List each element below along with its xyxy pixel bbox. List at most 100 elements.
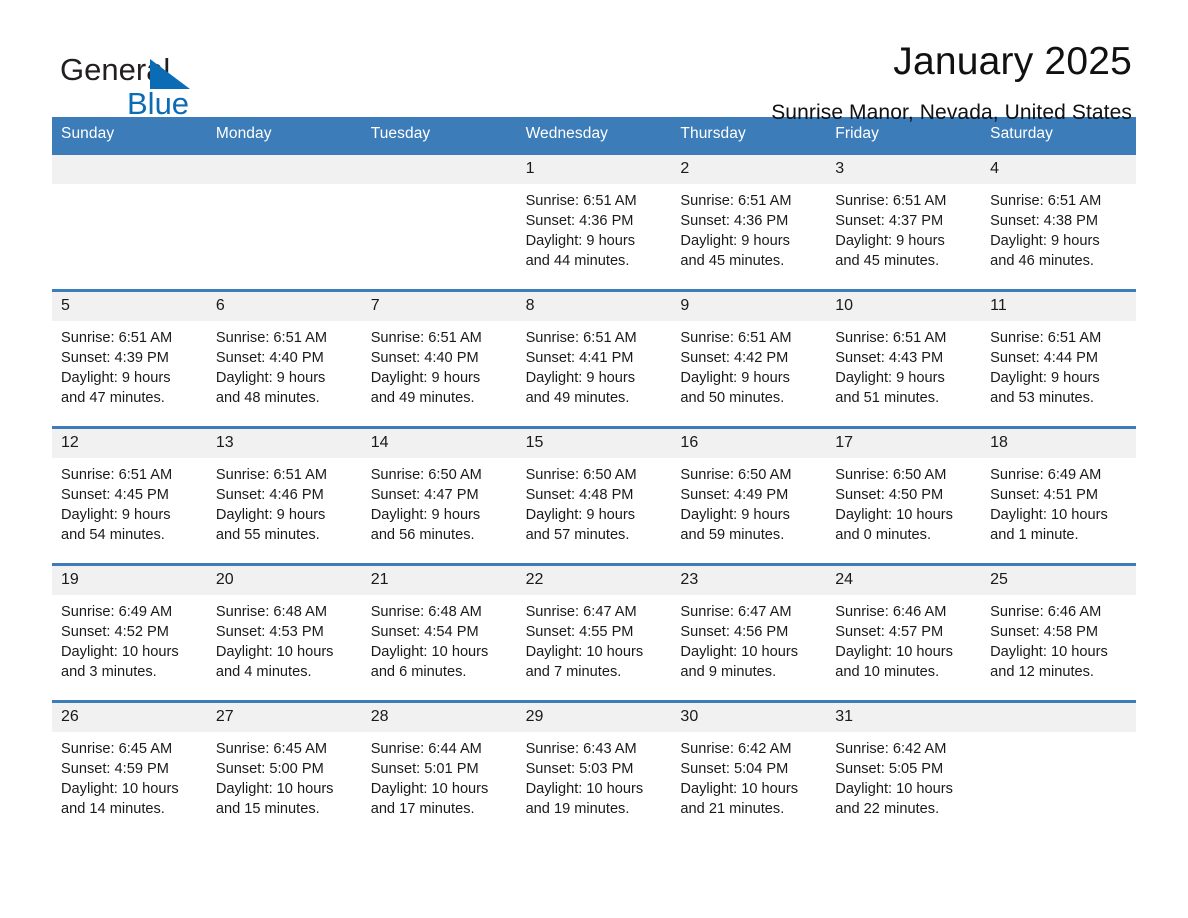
daylight-text: Daylight: 10 hours (835, 507, 953, 523)
day-details (52, 184, 207, 191)
sunrise-text: Sunrise: 6:42 AM (680, 741, 792, 757)
calendar-day-cell[interactable]: 19 Sunrise: 6:49 AM Sunset: 4:52 PM Dayligh… (52, 566, 207, 688)
calendar-day-cell[interactable]: 4 Sunrise: 6:51 AM Sunset: 4:38 PM Daylight… (981, 155, 1136, 277)
calendar-day-cell[interactable]: 2 Sunrise: 6:51 AM Sunset: 4:36 PM Daylight… (671, 155, 827, 277)
daylight-text: and 12 minutes. (990, 664, 1094, 680)
calendar-day-cell[interactable]: 27 Sunrise: 6:45 AM Sunset: 5:00 PM Dayligh… (206, 703, 362, 825)
daylight-text: Daylight: 9 hours (990, 370, 1100, 386)
sunset-text: Sunset: 4:39 PM (61, 350, 169, 366)
day-number: 13 (206, 429, 362, 458)
calendar-day-cell[interactable]: 23 Sunrise: 6:47 AM Sunset: 4:56 PM Dayligh… (671, 566, 827, 688)
day-details: Sunrise: 6:51 AM Sunset: 4:40 PM Daylight:… (362, 321, 517, 408)
day-details: Sunrise: 6:51 AM Sunset: 4:39 PM Daylight:… (52, 321, 207, 408)
calendar-day-cell[interactable]: 20 Sunrise: 6:48 AM Sunset: 4:53 PM Dayligh… (206, 566, 362, 688)
day-details (981, 732, 1136, 739)
daylight-text: and 49 minutes. (370, 390, 475, 406)
day-details: Sunrise: 6:48 AM Sunset: 4:53 PM Daylight:… (207, 595, 362, 682)
day-details: Sunrise: 6:51 AM Sunset: 4:45 PM Daylight:… (52, 458, 207, 545)
day-details: Sunrise: 6:47 AM Sunset: 4:55 PM Daylight:… (517, 595, 672, 682)
day-number: 4 (981, 155, 1136, 184)
day-number: 17 (826, 429, 982, 458)
sunrise-text: Sunrise: 6:45 AM (61, 741, 173, 757)
daylight-text: Daylight: 10 hours (835, 644, 953, 660)
calendar-day-cell[interactable]: 24 Sunrise: 6:46 AM Sunset: 4:57 PM Dayligh… (826, 566, 982, 688)
weekday-header-monday: Monday (215, 125, 272, 142)
calendar-day-cell[interactable]: 25 Sunrise: 6:46 AM Sunset: 4:58 PM Dayligh… (981, 566, 1136, 688)
sunrise-text: Sunrise: 6:50 AM (370, 467, 482, 483)
daylight-text: Daylight: 9 hours (835, 370, 945, 386)
daylight-text: Daylight: 10 hours (990, 507, 1108, 523)
sunrise-text: Sunrise: 6:50 AM (680, 467, 792, 483)
calendar-day-cell[interactable]: 13 Sunrise: 6:51 AM Sunset: 4:46 PM Dayligh… (206, 429, 362, 551)
calendar-day-cell[interactable]: 15 Sunrise: 6:50 AM Sunset: 4:48 PM Dayligh… (516, 429, 672, 551)
calendar-day-cell[interactable]: 1 Sunrise: 6:51 AM Sunset: 4:36 PM Daylight… (516, 155, 672, 277)
sunrise-text: Sunrise: 6:49 AM (61, 604, 173, 620)
day-number: 1 (516, 155, 672, 184)
page-header: General Blue January 2025 Sunrise Manor,… (52, 0, 1136, 124)
day-number: 22 (516, 566, 672, 595)
daylight-text: and 55 minutes. (215, 527, 320, 543)
calendar-day-cell-empty (52, 155, 207, 277)
calendar-day-cell[interactable]: 21 Sunrise: 6:48 AM Sunset: 4:54 PM Dayligh… (361, 566, 517, 688)
daylight-text: Daylight: 10 hours (525, 781, 644, 797)
calendar-day-cell[interactable]: 22 Sunrise: 6:47 AM Sunset: 4:55 PM Dayligh… (516, 566, 672, 688)
sunset-text: Sunset: 4:57 PM (835, 624, 944, 640)
calendar-day-cell[interactable]: 8 Sunrise: 6:51 AM Sunset: 4:41 PM Daylight… (516, 292, 672, 414)
calendar-day-cell[interactable]: 14 Sunrise: 6:50 AM Sunset: 4:47 PM Dayligh… (361, 429, 517, 551)
day-number (981, 703, 1136, 732)
sunrise-text: Sunrise: 6:51 AM (215, 330, 327, 346)
sunset-text: Sunset: 4:59 PM (61, 761, 169, 777)
sunset-text: Sunset: 4:43 PM (835, 350, 944, 366)
weekday-header-row: Sunday Monday Tuesday Wednesday Thursday… (52, 117, 1136, 152)
day-number: 11 (981, 292, 1136, 321)
calendar-day-cell[interactable]: 18 Sunrise: 6:49 AM Sunset: 4:51 PM Dayligh… (981, 429, 1136, 551)
calendar-day-cell[interactable]: 26 Sunrise: 6:45 AM Sunset: 4:59 PM Dayligh… (52, 703, 207, 825)
general-blue-logo[interactable]: General Blue (52, 42, 252, 121)
daylight-text: and 45 minutes. (680, 253, 785, 269)
calendar-day-cell[interactable]: 17 Sunrise: 6:50 AM Sunset: 4:50 PM Dayligh… (826, 429, 982, 551)
calendar-day-cell[interactable]: 7 Sunrise: 6:51 AM Sunset: 4:40 PM Daylight… (361, 292, 517, 414)
day-details: Sunrise: 6:51 AM Sunset: 4:36 PM Daylight:… (671, 184, 826, 271)
calendar-day-cell[interactable]: 28 Sunrise: 6:44 AM Sunset: 5:01 PM Dayligh… (361, 703, 517, 825)
calendar-day-cell[interactable]: 10 Sunrise: 6:51 AM Sunset: 4:43 PM Dayligh… (826, 292, 982, 414)
daylight-text: Daylight: 9 hours (61, 370, 171, 386)
calendar-day-cell[interactable]: 9 Sunrise: 6:51 AM Sunset: 4:42 PM Daylight… (671, 292, 827, 414)
daylight-text: Daylight: 9 hours (215, 370, 326, 386)
sunrise-text: Sunrise: 6:50 AM (835, 467, 947, 483)
day-number: 29 (516, 703, 672, 732)
day-details: Sunrise: 6:49 AM Sunset: 4:51 PM Daylight:… (981, 458, 1136, 545)
day-number: 30 (671, 703, 827, 732)
day-details: Sunrise: 6:46 AM Sunset: 4:57 PM Daylight:… (826, 595, 981, 682)
daylight-text: and 56 minutes. (370, 527, 475, 543)
sunset-text: Sunset: 4:55 PM (525, 624, 634, 640)
calendar-day-cell[interactable]: 30 Sunrise: 6:42 AM Sunset: 5:04 PM Dayligh… (671, 703, 827, 825)
calendar-day-cell[interactable]: 12 Sunrise: 6:51 AM Sunset: 4:45 PM Dayligh… (52, 429, 207, 551)
daylight-text: Daylight: 9 hours (680, 507, 790, 523)
logo-text-blue: Blue (127, 86, 190, 121)
calendar-day-cell[interactable]: 11 Sunrise: 6:51 AM Sunset: 4:44 PM Dayligh… (981, 292, 1136, 414)
sunset-text: Sunset: 4:42 PM (680, 350, 789, 366)
calendar-day-cell[interactable]: 29 Sunrise: 6:43 AM Sunset: 5:03 PM Dayligh… (516, 703, 672, 825)
sunset-text: Sunset: 4:51 PM (990, 487, 1099, 503)
day-details: Sunrise: 6:51 AM Sunset: 4:37 PM Daylight:… (826, 184, 981, 271)
day-number: 6 (206, 292, 362, 321)
daylight-text: and 57 minutes. (525, 527, 630, 543)
day-number: 20 (206, 566, 362, 595)
daylight-text: and 50 minutes. (680, 390, 785, 406)
calendar-day-cell[interactable]: 3 Sunrise: 6:51 AM Sunset: 4:37 PM Daylight… (826, 155, 982, 277)
calendar-day-cell[interactable]: 31 Sunrise: 6:42 AM Sunset: 5:05 PM Dayligh… (826, 703, 982, 825)
calendar-day-cell[interactable]: 6 Sunrise: 6:51 AM Sunset: 4:40 PM Daylight… (206, 292, 362, 414)
calendar-day-cell[interactable]: 16 Sunrise: 6:50 AM Sunset: 4:49 PM Dayligh… (671, 429, 827, 551)
calendar-day-cell[interactable]: 5 Sunrise: 6:51 AM Sunset: 4:39 PM Daylight… (52, 292, 207, 414)
logo-triangle-icon (150, 59, 190, 89)
sunrise-text: Sunrise: 6:51 AM (61, 330, 173, 346)
daylight-text: Daylight: 10 hours (370, 644, 489, 660)
daylight-text: and 53 minutes. (990, 390, 1094, 406)
calendar-day-cell-empty (206, 155, 362, 277)
sunset-text: Sunset: 4:41 PM (525, 350, 634, 366)
calendar-week-row: 1 Sunrise: 6:51 AM Sunset: 4:36 PM Daylight… (52, 152, 1136, 277)
calendar-weeks: 1 Sunrise: 6:51 AM Sunset: 4:36 PM Daylight… (52, 152, 1136, 825)
sunrise-text: Sunrise: 6:48 AM (215, 604, 327, 620)
sunrise-text: Sunrise: 6:51 AM (525, 330, 637, 346)
sunrise-text: Sunrise: 6:51 AM (370, 330, 482, 346)
